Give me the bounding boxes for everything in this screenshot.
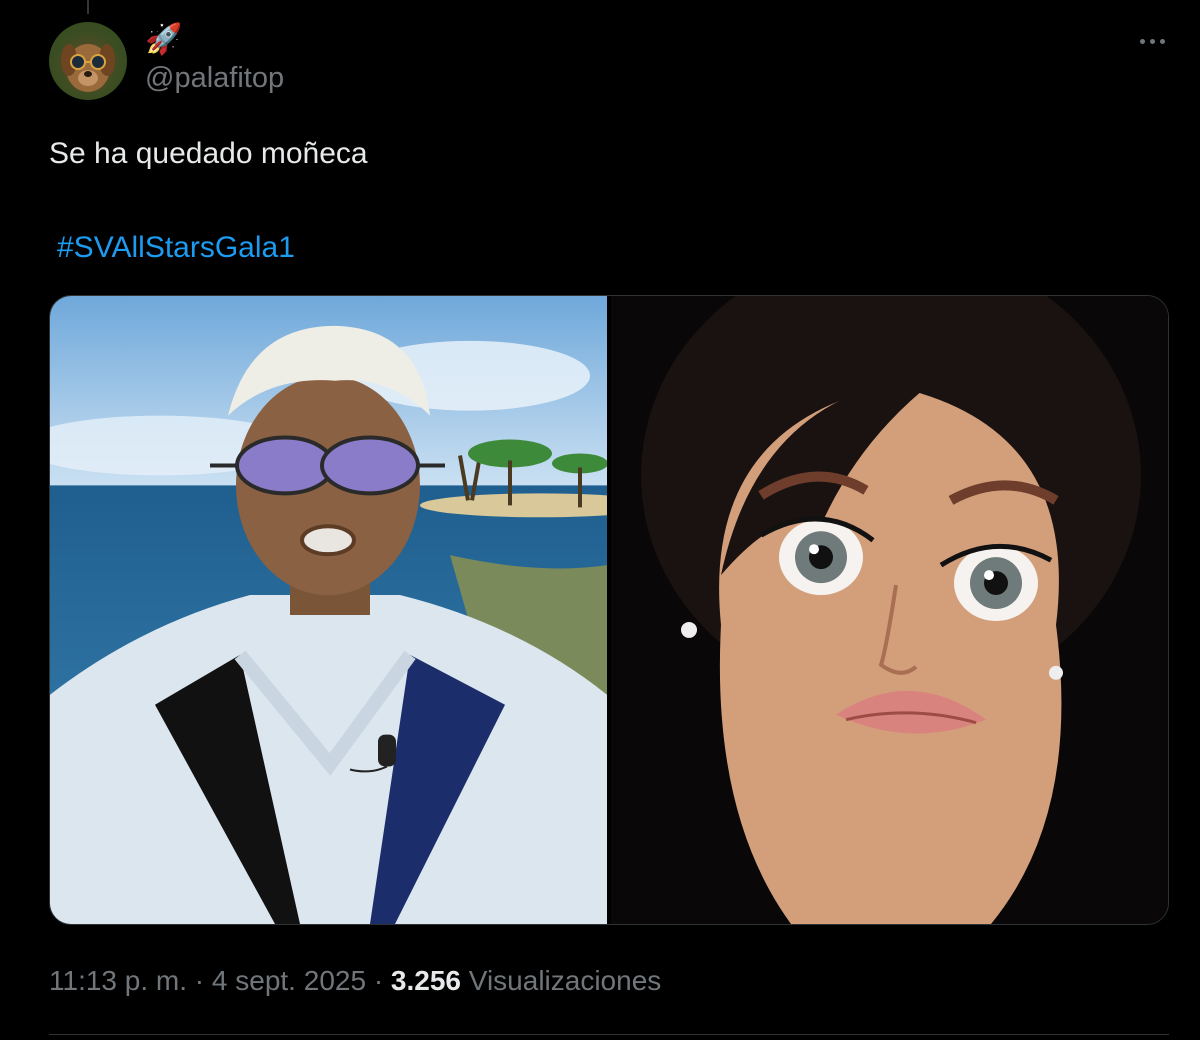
tweet-text: Se ha quedado moñeca <box>49 137 368 170</box>
views-label: Visualizaciones <box>468 965 662 996</box>
more-dot <box>1139 38 1145 44</box>
tweet-time[interactable]: 11:13 p. m. <box>49 965 187 996</box>
user-handle[interactable]: @palafitop <box>145 62 284 95</box>
thread-connector-line <box>87 0 89 14</box>
more-dot <box>1149 38 1155 44</box>
photo-doll-face[interactable] <box>611 296 1168 924</box>
hashtag-link[interactable]: #SVAllStarsGala1 <box>57 228 295 268</box>
photo-man-white-suit[interactable] <box>50 296 607 924</box>
tweet-meta: 11:13 p. m. · 4 sept. 2025 · 3.256 Visua… <box>49 963 661 999</box>
meta-separator: · <box>373 965 384 996</box>
view-count: 3.256 <box>390 965 461 996</box>
more-options-icon[interactable] <box>1130 28 1174 54</box>
display-name-emoji[interactable]: 🚀 <box>145 22 182 58</box>
bottom-divider <box>49 1034 1169 1035</box>
tweet-date[interactable]: 4 sept. 2025 <box>212 965 366 996</box>
avatar[interactable] <box>49 22 127 100</box>
more-dot <box>1159 38 1165 44</box>
dog-avatar-icon <box>61 44 115 92</box>
meta-separator: · <box>194 965 205 996</box>
media-gallery <box>49 295 1169 925</box>
